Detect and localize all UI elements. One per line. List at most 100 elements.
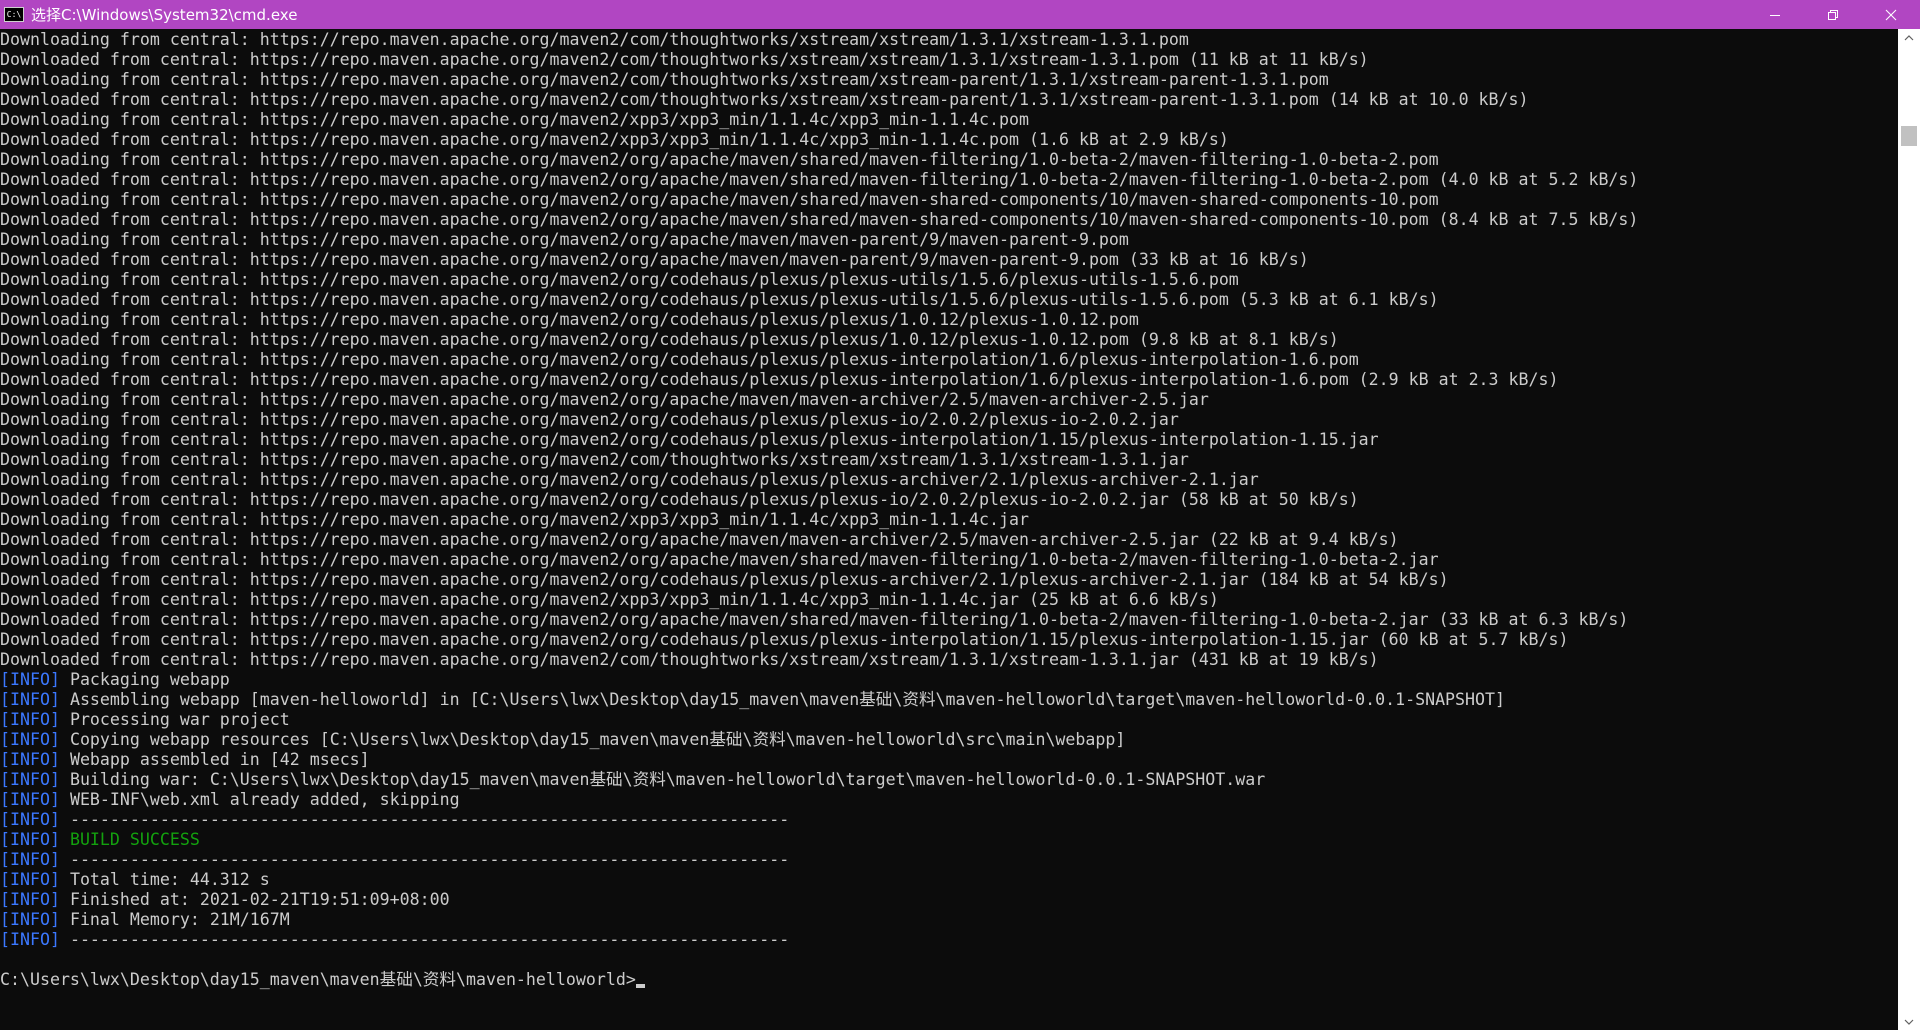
console-line-text: Downloaded from central: https://repo.ma… <box>0 610 1629 629</box>
info-tag: [INFO] <box>0 930 60 949</box>
close-button[interactable] <box>1862 0 1920 29</box>
console-line-text: Downloading from central: https://repo.m… <box>0 390 1209 409</box>
chevron-down-icon <box>1904 1019 1914 1025</box>
console-line: [INFO] Packaging webapp <box>0 670 1898 690</box>
console-line: Downloaded from central: https://repo.ma… <box>0 290 1898 310</box>
info-tag: [INFO] <box>0 730 60 749</box>
console-line-text: Downloaded from central: https://repo.ma… <box>0 50 1369 69</box>
console-line: Downloaded from central: https://repo.ma… <box>0 530 1898 550</box>
console-line-text: Downloaded from central: https://repo.ma… <box>0 170 1639 189</box>
minimize-button[interactable] <box>1746 0 1804 29</box>
console-line-text: Downloaded from central: https://repo.ma… <box>0 90 1529 109</box>
console-line-text: Webapp assembled in [42 msecs] <box>69 750 370 769</box>
console-line-text: Downloaded from central: https://repo.ma… <box>0 290 1439 309</box>
console-line-text: Total time: 44.312 s <box>69 870 270 889</box>
info-tag: [INFO] <box>0 890 60 909</box>
console-line: Downloaded from central: https://repo.ma… <box>0 210 1898 230</box>
window-controls <box>1746 0 1920 29</box>
info-tag: [INFO] <box>0 710 60 729</box>
scroll-up-button[interactable] <box>1898 29 1920 46</box>
info-tag: [INFO] <box>0 870 60 889</box>
console-line: [INFO] ---------------------------------… <box>0 810 1898 830</box>
console-line: Downloaded from central: https://repo.ma… <box>0 570 1898 590</box>
console-line-text: Finished at: 2021-02-21T19:51:09+08:00 <box>69 890 450 909</box>
cmd-app-icon[interactable]: C:\ <box>4 7 24 22</box>
info-tag: [INFO] <box>0 750 60 769</box>
info-tag: [INFO] <box>0 910 60 929</box>
scroll-down-button[interactable] <box>1898 1013 1920 1030</box>
console-line: [INFO] Total time: 44.312 s <box>0 870 1898 890</box>
command-prompt: C:\Users\lwx\Desktop\day15_maven\maven基础… <box>0 970 636 989</box>
cmd-window: C:\ 选择C:\Windows\System32\cmd.exe Downlo… <box>0 0 1920 1030</box>
console-line-text: Downloading from central: https://repo.m… <box>0 110 1029 129</box>
console-line: [INFO] WEB-INF\web.xml already added, sk… <box>0 790 1898 810</box>
console-line: Downloaded from central: https://repo.ma… <box>0 610 1898 630</box>
console-line: Downloaded from central: https://repo.ma… <box>0 630 1898 650</box>
info-tag: [INFO] <box>0 830 60 849</box>
window-title: 选择C:\Windows\System32\cmd.exe <box>31 6 298 24</box>
text-cursor <box>635 984 645 988</box>
console-line: Downloaded from central: https://repo.ma… <box>0 590 1898 610</box>
console-line: Downloaded from central: https://repo.ma… <box>0 370 1898 390</box>
console-line: [INFO] Final Memory: 21M/167M <box>0 910 1898 930</box>
restore-button[interactable] <box>1804 0 1862 29</box>
console-line: [INFO] BUILD SUCCESS <box>0 830 1898 850</box>
console-output[interactable]: Downloading from central: https://repo.m… <box>0 30 1898 1030</box>
console-line-text: Copying webapp resources [C:\Users\lwx\D… <box>69 730 1126 749</box>
console-line: [INFO] Processing war project <box>0 710 1898 730</box>
console-line-text: Downloading from central: https://repo.m… <box>0 270 1239 289</box>
console-line-text: ----------------------------------------… <box>69 930 790 949</box>
console-line-text: Downloaded from central: https://repo.ma… <box>0 210 1639 229</box>
console-line-text: Downloading from central: https://repo.m… <box>0 410 1179 429</box>
console-line: Downloaded from central: https://repo.ma… <box>0 170 1898 190</box>
console-line: Downloading from central: https://repo.m… <box>0 430 1898 450</box>
console-line: Downloading from central: https://repo.m… <box>0 230 1898 250</box>
console-line-text: Downloaded from central: https://repo.ma… <box>0 330 1339 349</box>
info-tag: [INFO] <box>0 770 60 789</box>
console-line: Downloaded from central: https://repo.ma… <box>0 250 1898 270</box>
console-line-text: Downloaded from central: https://repo.ma… <box>0 570 1449 589</box>
console-line: Downloading from central: https://repo.m… <box>0 110 1898 130</box>
chevron-up-icon <box>1904 34 1914 40</box>
scroll-thumb[interactable] <box>1901 126 1917 146</box>
console-line-text: Downloading from central: https://repo.m… <box>0 430 1379 449</box>
console-line: Downloading from central: https://repo.m… <box>0 470 1898 490</box>
console-line: [INFO] ---------------------------------… <box>0 930 1898 950</box>
console-line-text: Downloaded from central: https://repo.ma… <box>0 130 1229 149</box>
console-line-text: Downloading from central: https://repo.m… <box>0 510 1029 529</box>
console-line-text: Downloading from central: https://repo.m… <box>0 350 1359 369</box>
info-tag: [INFO] <box>0 690 60 709</box>
console-line: Downloading from central: https://repo.m… <box>0 350 1898 370</box>
console-line-text: ----------------------------------------… <box>69 810 790 829</box>
command-prompt-line[interactable]: C:\Users\lwx\Desktop\day15_maven\maven基础… <box>0 970 1898 990</box>
console-line-text: Final Memory: 21M/167M <box>69 910 290 929</box>
restore-icon <box>1828 9 1838 20</box>
console-line-text: Processing war project <box>69 710 290 729</box>
console-line: Downloading from central: https://repo.m… <box>0 550 1898 570</box>
console-line: Downloading from central: https://repo.m… <box>0 30 1898 50</box>
console-line-text: Downloaded from central: https://repo.ma… <box>0 250 1309 269</box>
console-line: [INFO] Assembling webapp [maven-hellowor… <box>0 690 1898 710</box>
console-line: Downloading from central: https://repo.m… <box>0 190 1898 210</box>
info-tag: [INFO] <box>0 790 60 809</box>
console-line-text: Assembling webapp [maven-helloworld] in … <box>69 690 1505 709</box>
build-success-text: BUILD SUCCESS <box>69 830 200 849</box>
console-line: Downloading from central: https://repo.m… <box>0 70 1898 90</box>
console-line-text: Packaging webapp <box>69 670 230 689</box>
console-line-text: Downloaded from central: https://repo.ma… <box>0 530 1399 549</box>
console-line: Downloaded from central: https://repo.ma… <box>0 50 1898 70</box>
console-line: [INFO] Webapp assembled in [42 msecs] <box>0 750 1898 770</box>
console-line-text: Downloading from central: https://repo.m… <box>0 30 1189 49</box>
console-line-text: Downloading from central: https://repo.m… <box>0 450 1189 469</box>
vertical-scrollbar[interactable] <box>1898 29 1920 1030</box>
console-line: Downloading from central: https://repo.m… <box>0 510 1898 530</box>
console-line: Downloading from central: https://repo.m… <box>0 410 1898 430</box>
console-line: Downloaded from central: https://repo.ma… <box>0 490 1898 510</box>
console-line: [INFO] Copying webapp resources [C:\User… <box>0 730 1898 750</box>
minimize-icon <box>1770 14 1780 16</box>
console-line-text: Downloaded from central: https://repo.ma… <box>0 630 1569 649</box>
console-line: Downloaded from central: https://repo.ma… <box>0 130 1898 150</box>
title-bar[interactable]: C:\ 选择C:\Windows\System32\cmd.exe <box>0 0 1920 29</box>
console-line: Downloaded from central: https://repo.ma… <box>0 90 1898 110</box>
